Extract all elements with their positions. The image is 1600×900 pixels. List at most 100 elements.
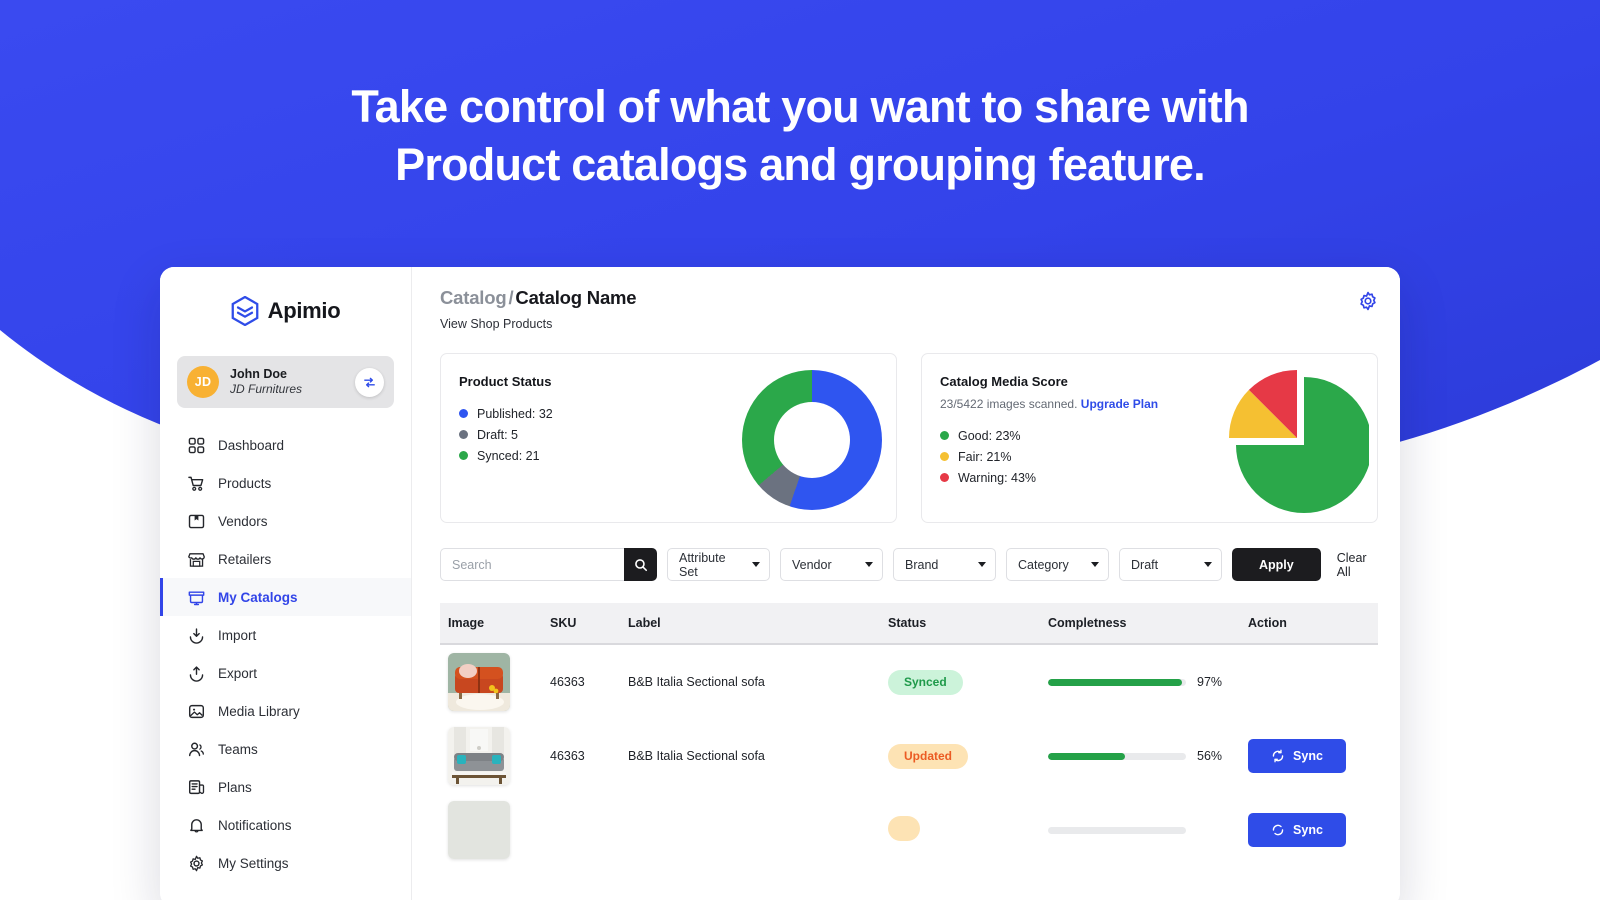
table-row[interactable]: 46363 B&B Italia Sectional sofa Synced 9… — [440, 645, 1378, 719]
sidebar-item-dashboard[interactable]: Dashboard — [160, 426, 411, 464]
image-icon — [187, 702, 205, 720]
column-header-action: Action — [1248, 616, 1287, 630]
sidebar-item-label: Products — [218, 475, 272, 491]
sync-button[interactable]: Sync — [1248, 813, 1346, 847]
search-icon — [634, 558, 647, 571]
sidebar-item-notifications[interactable]: Notifications — [160, 806, 411, 844]
filter-attribute-set[interactable]: Attribute Set — [667, 548, 770, 581]
brand: Apimio — [160, 287, 411, 335]
sync-button[interactable]: Sync — [1248, 739, 1346, 773]
search-input[interactable] — [440, 548, 624, 581]
sidebar-item-label: Vendors — [218, 513, 268, 529]
view-shop-products-link[interactable]: View Shop Products — [440, 317, 636, 331]
filter-vendor[interactable]: Vendor — [780, 548, 883, 581]
cell-image — [440, 727, 550, 785]
sidebar-item-export[interactable]: Export — [160, 654, 411, 692]
upgrade-plan-link[interactable]: Upgrade Plan — [1081, 397, 1158, 411]
grey-sofa-image — [448, 727, 510, 785]
sync-button-label: Sync — [1293, 823, 1323, 837]
images-scanned-text: 23/5422 images scanned. — [940, 397, 1078, 411]
chevron-down-icon — [752, 562, 760, 567]
sidebar: Apimio JD John Doe JD Furnitures Dashboa… — [160, 267, 412, 900]
table-row[interactable]: Sync — [440, 793, 1378, 867]
filter-label: Brand — [905, 557, 939, 572]
profile-name: John Doe — [230, 366, 287, 381]
brand-name: Apimio — [267, 298, 341, 323]
filter-label: Category — [1018, 557, 1069, 572]
legend-dot — [459, 409, 468, 418]
table-row[interactable]: 46363 B&B Italia Sectional sofa Updated … — [440, 719, 1378, 793]
clear-all-button[interactable]: Clear All — [1337, 551, 1378, 579]
media-score-pie-chart — [1223, 370, 1372, 513]
cell-status — [888, 816, 1048, 844]
legend-label: Warning: 43% — [958, 470, 1037, 485]
sidebar-item-import[interactable]: Import — [160, 616, 411, 654]
column-header-sku: SKU — [550, 616, 577, 630]
column-header-label: Label — [628, 616, 661, 630]
sidebar-item-label: Export — [218, 665, 258, 681]
sidebar-item-label: Retailers — [218, 551, 272, 567]
sidebar-item-plans[interactable]: Plans — [160, 768, 411, 806]
progress-bar — [1048, 678, 1186, 686]
breadcrumb-parent[interactable]: Catalog — [440, 287, 507, 308]
sidebar-item-media-library[interactable]: Media Library — [160, 692, 411, 730]
status-badge: Synced — [888, 669, 963, 695]
completeness-value: 97% — [1197, 675, 1223, 689]
sidebar-item-label: My Settings — [218, 855, 289, 871]
filter-category[interactable]: Category — [1006, 548, 1109, 581]
apply-button[interactable]: Apply — [1232, 548, 1321, 581]
search-group — [440, 548, 657, 581]
product-thumbnail — [448, 653, 510, 711]
sidebar-item-vendors[interactable]: Vendors — [160, 502, 411, 540]
product-thumbnail — [448, 727, 510, 785]
legend-label: Draft: 5 — [477, 427, 518, 442]
column-header-status: Status — [888, 616, 927, 630]
summary-cards: Product Status Published: 32 Draft: 5 Sy… — [440, 353, 1378, 523]
hero-line-1: Take control of what you want to share w… — [351, 81, 1249, 132]
legend-label: Fair: 21% — [958, 449, 1012, 464]
sidebar-item-retailers[interactable]: Retailers — [160, 540, 411, 578]
legend-dot — [940, 473, 949, 482]
sidebar-item-label: Import — [218, 627, 257, 643]
sidebar-item-label: Plans — [218, 779, 252, 795]
status-badge — [888, 816, 920, 841]
sidebar-item-products[interactable]: Products — [160, 464, 411, 502]
filter-label: Draft — [1131, 557, 1159, 572]
profile-org: JD Furnitures — [230, 382, 303, 397]
gear-icon — [1360, 291, 1376, 311]
legend-dot — [940, 452, 949, 461]
chevron-down-icon — [1091, 562, 1099, 567]
sidebar-item-my-settings[interactable]: My Settings — [160, 844, 411, 882]
sidebar-item-label: Media Library — [218, 703, 300, 719]
sidebar-item-teams[interactable]: Teams — [160, 730, 411, 768]
cell-status: Updated — [888, 743, 1048, 769]
legend-label: Good: 23% — [958, 428, 1021, 443]
sidebar-item-my-catalogs[interactable]: My Catalogs — [160, 578, 411, 616]
filter-toolbar: Attribute Set Vendor Brand Category Draf… — [440, 548, 1378, 581]
cell-label: B&B Italia Sectional sofa — [628, 675, 765, 689]
cell-completeness: 56% — [1048, 749, 1248, 763]
filter-status[interactable]: Draft — [1119, 548, 1222, 581]
table-header: Image SKU Label Status Completness Actio… — [440, 603, 1378, 645]
sidebar-item-label: Dashboard — [218, 437, 285, 453]
orange-sofa-image — [448, 653, 510, 711]
product-status-donut-chart — [742, 370, 882, 510]
cell-label: B&B Italia Sectional sofa — [628, 749, 765, 763]
app-window: Apimio JD John Doe JD Furnitures Dashboa… — [160, 267, 1400, 900]
column-header-completeness: Completness — [1048, 616, 1127, 630]
filter-brand[interactable]: Brand — [893, 548, 996, 581]
product-thumbnail — [448, 801, 510, 859]
profile-card[interactable]: JD John Doe JD Furnitures — [177, 356, 394, 408]
bell-icon — [187, 816, 205, 834]
switch-account-button[interactable] — [355, 367, 384, 397]
settings-button[interactable] — [1358, 291, 1378, 316]
catalog-media-score-card: Catalog Media Score 23/5422 images scann… — [921, 353, 1378, 523]
legend-label: Synced: 21 — [477, 448, 540, 463]
filter-label: Vendor — [792, 557, 832, 572]
search-button[interactable] — [624, 548, 657, 581]
column-header-image: Image — [448, 616, 485, 630]
cell-action: Sync — [1248, 739, 1378, 773]
legend-dot — [459, 451, 468, 460]
sync-icon — [1272, 824, 1284, 836]
product-status-card: Product Status Published: 32 Draft: 5 Sy… — [440, 353, 897, 523]
